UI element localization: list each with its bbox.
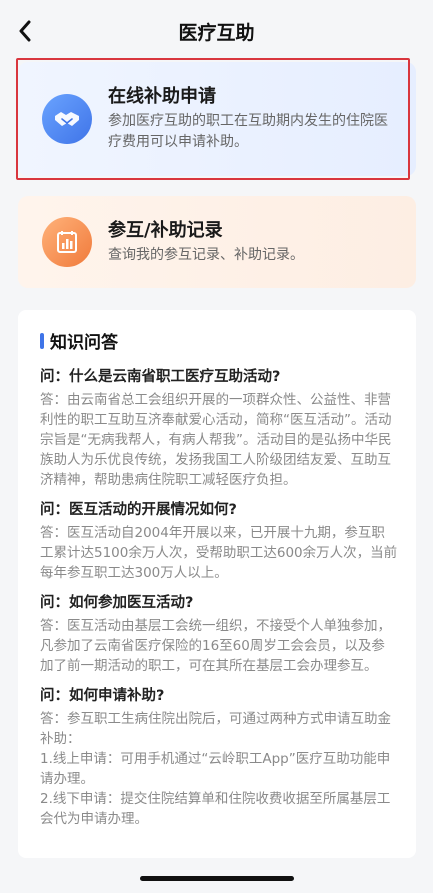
section-marker [40,332,44,349]
bar-chart-icon [42,217,92,267]
faq-answer-online: 1.线上申请：可用手机通过“云岭职工App”医疗互助功能申请办理。 [40,751,391,787]
online-subsidy-apply-card[interactable]: 在线补助申请 参加医疗互助的职工在互助期内发生的住院医疗费用可以申请补助。 [18,62,416,176]
page-title: 医疗互助 [178,21,255,44]
faq-item: 问：如何申请补助? 答：参互职工生病住院出院后，可通过两种方式申请互助金补助： … [40,686,398,829]
chevron-left-icon [19,20,31,42]
handshake-icon [42,94,92,144]
home-indicator[interactable] [140,876,294,881]
top-bar: 医疗互助 [0,0,433,62]
participation-record-card[interactable]: 参互/补助记录 查询我的参互记录、补助记录。 [18,196,416,288]
faq-section: 知识问答 问：什么是云南省职工医疗互助活动? 答：由云南省总工会组织开展的一项群… [18,310,416,858]
faq-answer: 答：医互活动自2004年开展以来，已开展十九期，参互职工累计达5100余万人次，… [40,525,398,581]
faq-item: 问：医互活动的开展情况如何? 答：医互活动自2004年开展以来，已开展十九期，参… [40,500,398,583]
faq-question: 问：如何参加医互活动? [40,595,194,611]
card-description: 参加医疗互助的职工在互助期内发生的住院医疗费用可以申请补助。 [108,113,388,150]
faq-question: 问：什么是云南省职工医疗互助活动? [40,369,281,385]
faq-question: 问：如何申请补助? [40,688,165,704]
faq-answer: 答：参互职工生病住院出院后，可通过两种方式申请互助金补助： 1.线上申请：可用手… [40,709,398,829]
back-button[interactable] [14,18,36,44]
faq-answer-offline: 2.线下申请：提交住院结算单和住院收费收据至所属基层工会代为申请办理。 [40,791,391,827]
faq-answer: 答：由云南省总工会组织开展的一项群众性、公益性、非营利性的职工互助互济奉献爱心活… [40,392,392,488]
card-title: 在线补助申请 [108,86,216,107]
faq-title: 知识问答 [50,333,118,353]
faq-answer-intro: 答：参互职工生病住院出院后，可通过两种方式申请互助金补助： [40,711,391,747]
card-description: 查询我的参互记录、补助记录。 [108,246,304,263]
faq-answer: 答：医互活动由基层工会统一组织，不接受个人单独参加，凡参加了云南省医疗保险的16… [40,618,391,674]
faq-question: 问：医互活动的开展情况如何? [40,502,237,518]
faq-item: 问：如何参加医互活动? 答：医互活动由基层工会统一组织，不接受个人单独参加，凡参… [40,593,398,676]
faq-item: 问：什么是云南省职工医疗互助活动? 答：由云南省总工会组织开展的一项群众性、公益… [40,367,398,490]
card-title: 参互/补助记录 [108,219,223,241]
